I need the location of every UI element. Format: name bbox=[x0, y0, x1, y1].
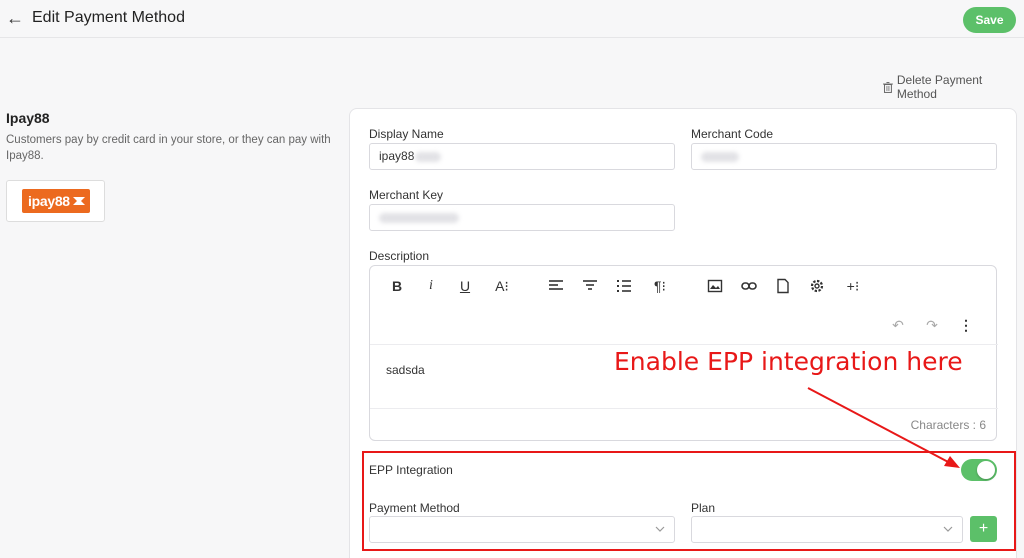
align-center-icon[interactable] bbox=[580, 276, 600, 296]
align-left-icon[interactable] bbox=[546, 276, 566, 296]
merchant-key-label: Merchant Key bbox=[369, 188, 444, 202]
payment-method-label: Payment Method bbox=[369, 501, 460, 515]
redacted-text bbox=[701, 151, 739, 162]
epp-integration-toggle[interactable] bbox=[961, 459, 997, 481]
merchant-code-field[interactable] bbox=[691, 143, 997, 170]
provider-description: Customers pay by credit card in your sto… bbox=[6, 134, 331, 162]
ordered-list-icon[interactable] bbox=[614, 276, 634, 296]
character-count: Characters : 6 bbox=[910, 418, 986, 432]
divider bbox=[370, 408, 998, 409]
redo-icon[interactable]: ↷ bbox=[922, 315, 942, 335]
payment-method-select[interactable] bbox=[369, 516, 675, 543]
redacted-text bbox=[415, 151, 442, 162]
display-name-value: ipay88 bbox=[379, 149, 415, 163]
provider-logo: ipay88 bbox=[6, 180, 105, 222]
top-bar: ← Edit Payment Method Save bbox=[0, 0, 1024, 38]
merchant-code-label: Merchant Code bbox=[691, 127, 774, 141]
underline-icon[interactable]: U bbox=[455, 276, 475, 296]
trash-icon bbox=[883, 81, 893, 93]
ipay88-logo: ipay88 bbox=[22, 189, 90, 213]
file-icon[interactable] bbox=[773, 276, 793, 296]
swoosh-icon bbox=[73, 197, 85, 205]
font-size-icon[interactable]: A⁝ bbox=[489, 276, 515, 296]
page-title: Edit Payment Method bbox=[32, 9, 185, 26]
provider-name: Ipay88 bbox=[6, 110, 50, 126]
delete-payment-method-link[interactable]: Delete Payment Method bbox=[883, 73, 1024, 101]
toggle-knob bbox=[977, 461, 995, 479]
arrow-left-icon[interactable]: ← bbox=[6, 8, 24, 28]
annotation-text: Enable EPP integration here bbox=[614, 347, 963, 376]
divider bbox=[370, 344, 998, 345]
epp-integration-label: EPP Integration bbox=[369, 463, 453, 477]
more-options-icon[interactable]: ⋮ bbox=[956, 315, 976, 335]
bold-icon[interactable]: B bbox=[387, 276, 407, 296]
paragraph-icon[interactable]: ¶⁝ bbox=[648, 276, 672, 296]
editor-content[interactable]: sadsda bbox=[386, 363, 425, 377]
save-button[interactable]: Save bbox=[963, 7, 1016, 33]
gear-icon[interactable] bbox=[807, 276, 827, 296]
undo-icon[interactable]: ↶ bbox=[888, 315, 908, 335]
display-name-label: Display Name bbox=[369, 127, 444, 141]
plan-label: Plan bbox=[691, 501, 716, 515]
redacted-text bbox=[379, 212, 459, 223]
chevron-down-icon bbox=[943, 526, 953, 532]
link-icon[interactable] bbox=[739, 276, 759, 296]
add-plan-button[interactable]: + bbox=[970, 516, 997, 542]
display-name-field[interactable]: ipay88 bbox=[369, 143, 675, 170]
plan-select[interactable] bbox=[691, 516, 963, 543]
italic-icon[interactable]: i bbox=[421, 276, 441, 296]
logo-text: ipay88 bbox=[28, 193, 70, 209]
image-icon[interactable] bbox=[705, 276, 725, 296]
merchant-key-field[interactable] bbox=[369, 204, 675, 231]
chevron-down-icon bbox=[655, 526, 665, 532]
insert-more-icon[interactable]: +⁝ bbox=[841, 276, 865, 296]
description-label: Description bbox=[369, 249, 430, 263]
delete-label: Delete Payment Method bbox=[896, 73, 983, 101]
